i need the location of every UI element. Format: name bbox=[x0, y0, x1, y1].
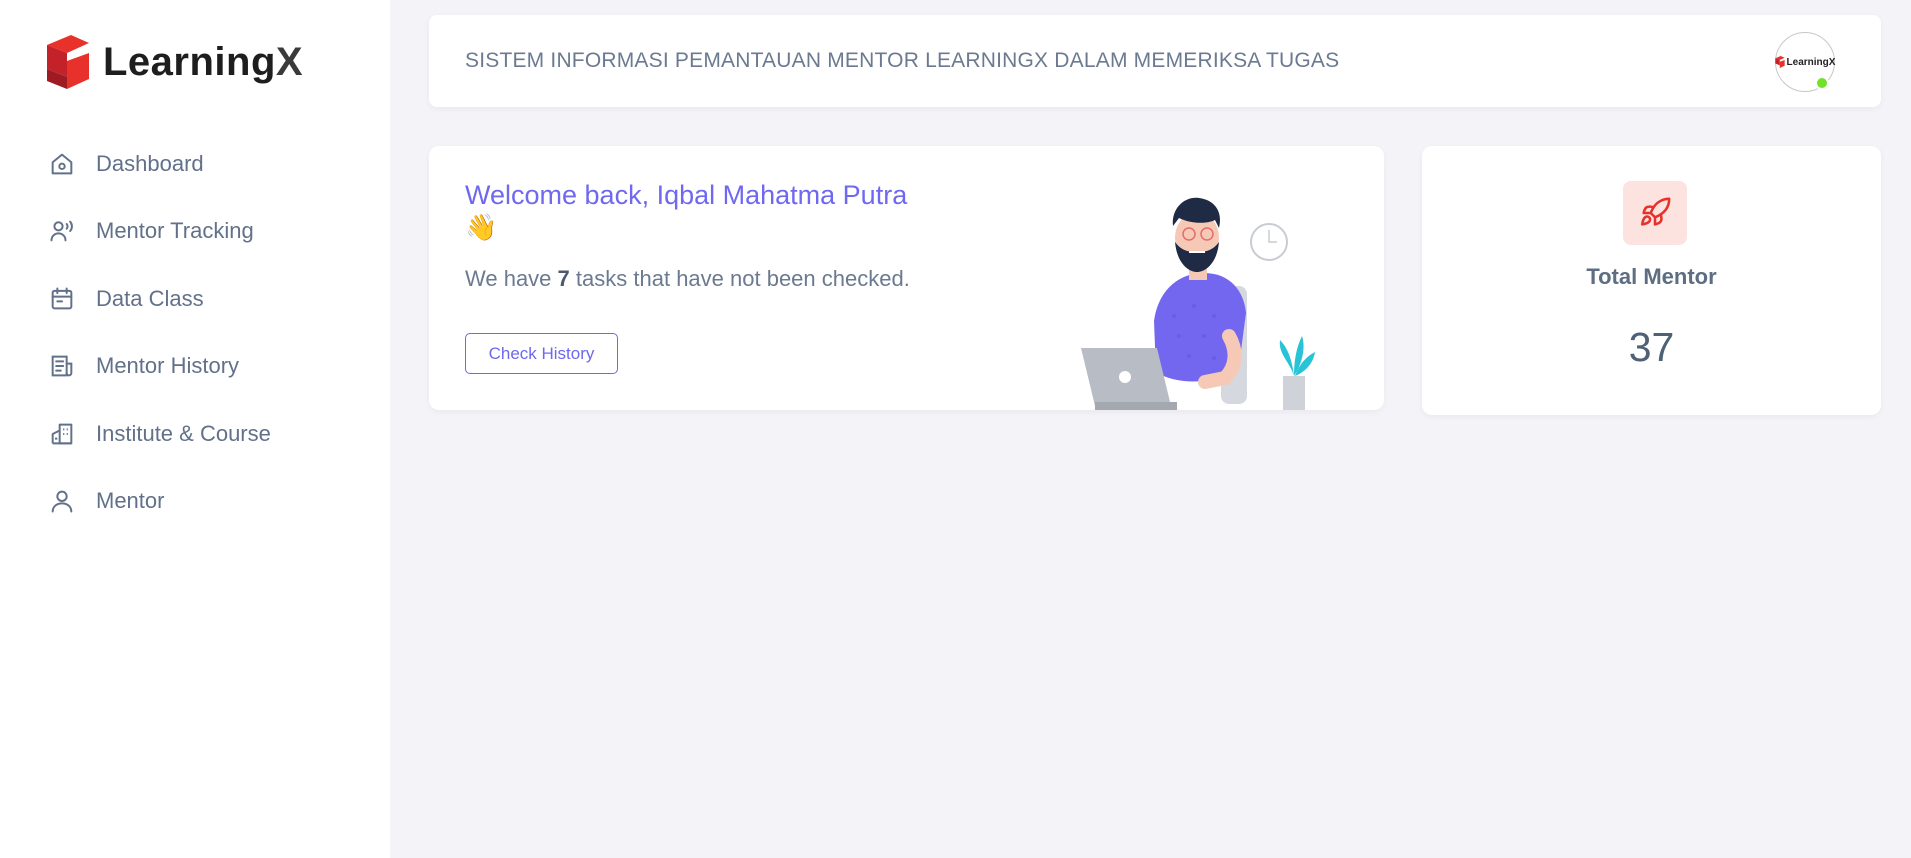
total-mentor-card: Total Mentor 37 bbox=[1422, 146, 1881, 415]
brand-logo[interactable]: LearningX bbox=[47, 34, 303, 90]
online-status-dot bbox=[1815, 76, 1829, 90]
building-icon bbox=[48, 420, 76, 448]
sidebar-item-mentor-tracking[interactable]: Mentor Tracking bbox=[48, 198, 378, 266]
avatar-logo: LearningX bbox=[1774, 56, 1835, 68]
check-history-button[interactable]: Check History bbox=[465, 333, 618, 374]
brand-name: LearningX bbox=[103, 39, 304, 84]
stat-label: Total Mentor bbox=[1586, 264, 1717, 289]
learningx-logo-icon bbox=[47, 35, 89, 89]
sidebar-item-label: Dashboard bbox=[96, 150, 204, 176]
sidebar: LearningX Dashboard Mentor Tracking Data… bbox=[0, 0, 390, 858]
calendar-icon bbox=[48, 285, 76, 313]
waving-hand-icon: 👋 bbox=[465, 212, 498, 242]
sidebar-item-data-class[interactable]: Data Class bbox=[48, 265, 378, 333]
top-header: SISTEM INFORMASI PEMANTAUAN MENTOR LEARN… bbox=[429, 15, 1881, 107]
sidebar-item-dashboard[interactable]: Dashboard bbox=[48, 130, 378, 198]
page-title: SISTEM INFORMASI PEMANTAUAN MENTOR LEARN… bbox=[465, 49, 1340, 72]
document-history-icon bbox=[48, 352, 76, 380]
sidebar-item-label: Mentor Tracking bbox=[96, 218, 254, 244]
sidebar-menu: Dashboard Mentor Tracking Data Class Men… bbox=[48, 130, 378, 535]
sidebar-item-mentor-history[interactable]: Mentor History bbox=[48, 333, 378, 401]
rocket-icon bbox=[1623, 181, 1687, 245]
sidebar-item-institute-course[interactable]: Institute & Course bbox=[48, 400, 378, 468]
home-icon bbox=[48, 150, 76, 178]
user-icon bbox=[48, 487, 76, 515]
welcome-title: Welcome back, Iqbal Mahatma Putra bbox=[465, 180, 908, 210]
sidebar-item-label: Institute & Course bbox=[96, 420, 271, 446]
sidebar-item-label: Mentor History bbox=[96, 353, 240, 379]
sidebar-item-label: Data Class bbox=[96, 285, 204, 311]
stat-value: 37 bbox=[1628, 324, 1675, 370]
pending-task-count: 7 bbox=[557, 266, 570, 291]
user-signal-icon bbox=[48, 217, 76, 245]
person-at-laptop-illustration bbox=[1081, 197, 1315, 410]
sidebar-item-label: Mentor bbox=[96, 488, 165, 514]
welcome-message: We have 7 tasks that have not been check… bbox=[465, 266, 910, 291]
welcome-card: Welcome back, Iqbal Mahatma Putra 👋 We h… bbox=[429, 146, 1384, 410]
sidebar-item-mentor[interactable]: Mentor bbox=[48, 468, 378, 536]
learningx-logo-icon bbox=[1774, 56, 1785, 68]
clock-icon bbox=[1250, 223, 1288, 261]
